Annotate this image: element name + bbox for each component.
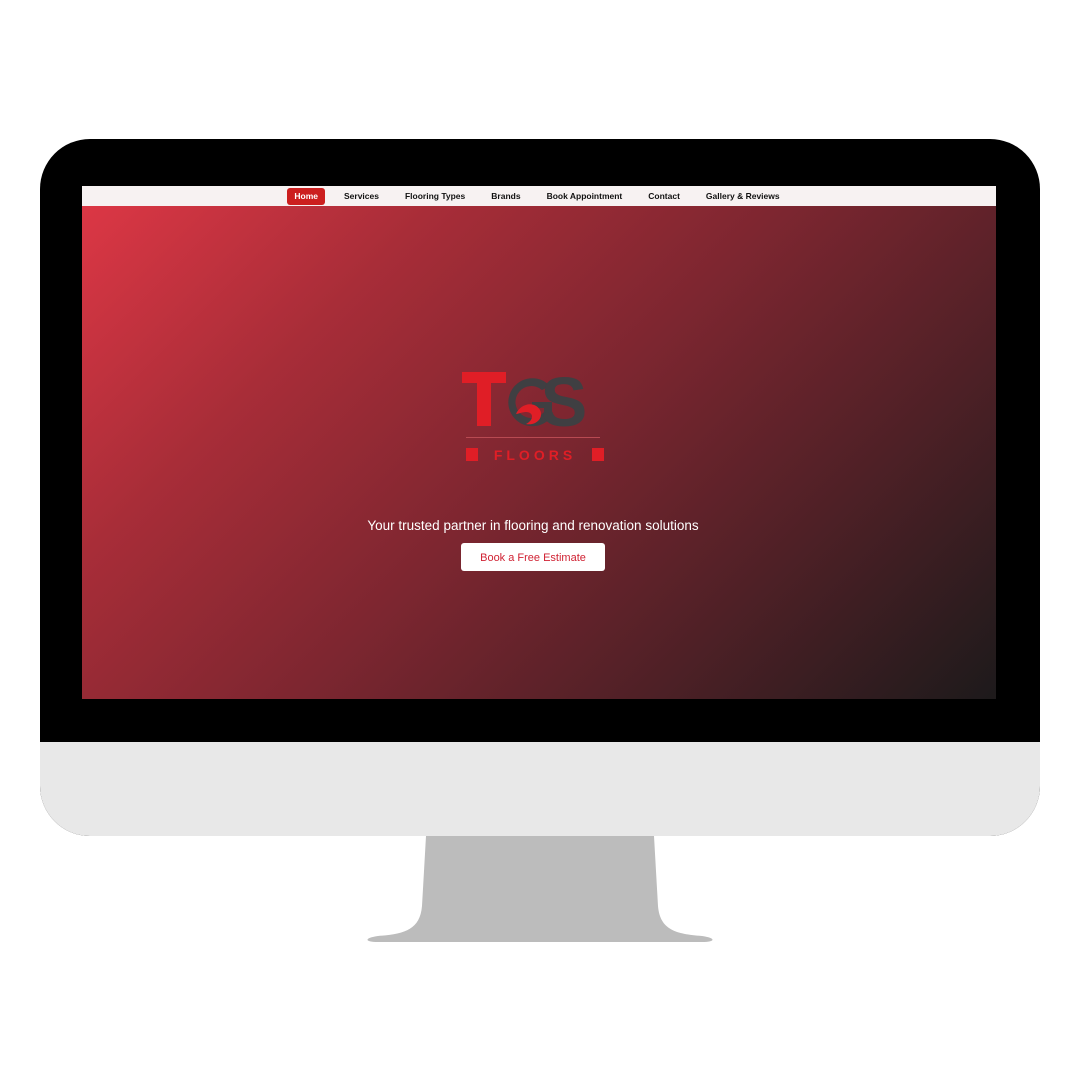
logo-subtitle: FLOORS [494, 447, 576, 463]
nav-list: Home Services Flooring Types Brands Book… [281, 187, 792, 205]
nav-item-contact[interactable]: Contact [641, 188, 687, 205]
monitor-stand [367, 836, 713, 942]
hero-tagline: Your trusted partner in flooring and ren… [367, 518, 699, 533]
nav-item-flooring-types[interactable]: Flooring Types [398, 188, 472, 205]
website-screen: Home Services Flooring Types Brands Book… [82, 186, 996, 699]
nav-item-book-appointment[interactable]: Book Appointment [540, 188, 630, 205]
tgs-floors-logo: S FLOORS [462, 370, 604, 463]
mockup-stage: Home Services Flooring Types Brands Book… [0, 0, 1080, 1080]
nav-item-home[interactable]: Home [287, 187, 325, 205]
book-free-estimate-button[interactable]: Book a Free Estimate [461, 543, 605, 571]
hero-section: S FLOORS Your trusted partner in floorin… [82, 206, 996, 699]
logo-letters: S [541, 370, 588, 441]
top-navbar: Home Services Flooring Types Brands Book… [82, 186, 996, 206]
nav-item-services[interactable]: Services [337, 188, 386, 205]
nav-item-gallery-reviews[interactable]: Gallery & Reviews [699, 188, 787, 205]
nav-item-brands[interactable]: Brands [484, 188, 527, 205]
monitor-frame: Home Services Flooring Types Brands Book… [40, 139, 1040, 836]
monitor-chin [40, 742, 1040, 836]
